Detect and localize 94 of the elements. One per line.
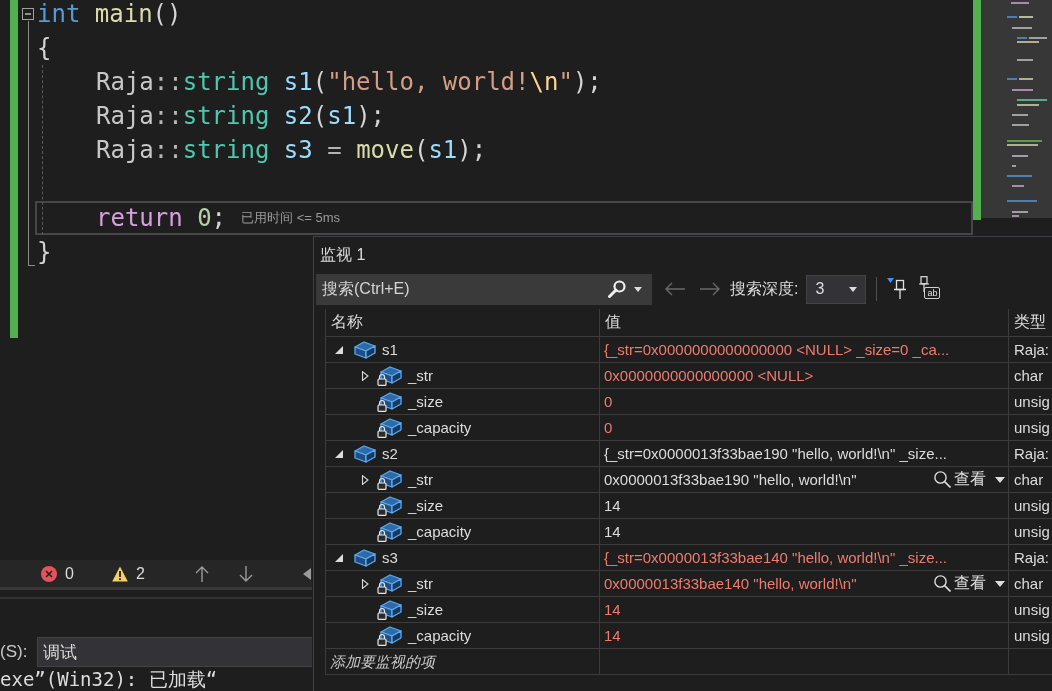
search-icon bbox=[608, 280, 626, 298]
watch-type: unsig bbox=[1014, 393, 1050, 410]
watch-type: Raja: bbox=[1014, 341, 1050, 358]
locked-cube-icon bbox=[377, 521, 402, 542]
watch-value: {_str=0x0000000000000000 <NULL> _size=0 _ca... bbox=[604, 341, 950, 358]
watch-value: {_str=0x0000013f33bae190 "hello, world!\n" _size... bbox=[604, 445, 947, 462]
add-watch-field[interactable]: 添加要监视的项 bbox=[326, 649, 599, 674]
locked-cube-icon bbox=[377, 417, 402, 438]
collapsed-triangle-icon[interactable] bbox=[360, 474, 370, 485]
code-line: int main() bbox=[37, 0, 182, 28]
locked-cube-icon bbox=[377, 495, 402, 516]
column-header[interactable]: 类型 bbox=[1014, 312, 1046, 333]
watch-value: 14 bbox=[604, 627, 621, 644]
watch-value: 0 bbox=[604, 393, 613, 410]
output-source-dropdown[interactable]: 调试 bbox=[37, 637, 312, 667]
watch-type: char bbox=[1014, 575, 1044, 592]
expanded-triangle-icon[interactable] bbox=[334, 552, 344, 563]
timing-hint: 已用时间 <= 5ms bbox=[241, 209, 341, 227]
search-options-button[interactable] bbox=[606, 273, 652, 305]
cube-icon bbox=[354, 548, 376, 567]
locked-cube-icon bbox=[377, 391, 402, 412]
watch-name: _capacity bbox=[408, 627, 472, 644]
watch-name: _size bbox=[408, 497, 444, 514]
watch-value: 0 bbox=[604, 419, 613, 436]
expanded-triangle-icon[interactable] bbox=[334, 448, 344, 459]
watch-name: s1 bbox=[382, 341, 398, 358]
left-triangle-icon[interactable] bbox=[302, 567, 311, 580]
watch-name: _size bbox=[408, 393, 444, 410]
column-header[interactable]: 名称 bbox=[331, 312, 363, 333]
watch-type: char bbox=[1014, 471, 1044, 488]
locked-cube-icon bbox=[377, 469, 402, 490]
watch-window-title: 监视 1 bbox=[320, 244, 366, 265]
caret-icon[interactable] bbox=[634, 286, 642, 292]
watch-type: char bbox=[1014, 367, 1044, 384]
pin-value-button[interactable]: ab bbox=[919, 276, 946, 302]
expanded-triangle-icon[interactable] bbox=[334, 344, 344, 355]
watch-name: _capacity bbox=[408, 419, 472, 436]
minimap-drawing[interactable] bbox=[981, 0, 1052, 218]
watch-name: s2 bbox=[382, 445, 398, 462]
watch-value: 14 bbox=[604, 523, 621, 540]
cube-icon bbox=[354, 340, 376, 359]
watch-type: unsig bbox=[1014, 601, 1050, 618]
caret-icon[interactable] bbox=[995, 476, 1005, 483]
collapsed-triangle-icon[interactable] bbox=[360, 370, 370, 381]
watch-type: Raja: bbox=[1014, 549, 1050, 566]
code-line: Raja::string s1("hello, world!\n"); bbox=[96, 68, 602, 96]
depth-label: 搜索深度: bbox=[730, 278, 799, 299]
code-line: } bbox=[37, 238, 52, 266]
code-line: Raja::string s3 = move(s1); bbox=[96, 136, 487, 164]
watch-name: _capacity bbox=[408, 523, 472, 540]
output-source-label: (S): bbox=[0, 642, 28, 662]
errors-filter-button[interactable]: 0 bbox=[41, 564, 74, 583]
depth-dropdown[interactable]: 3 bbox=[806, 274, 867, 304]
caret-icon[interactable] bbox=[995, 580, 1005, 587]
minus-box-icon[interactable] bbox=[22, 8, 34, 20]
watch-value: 0x0000013f33bae190 "hello, world!\n" bbox=[604, 471, 857, 488]
up-arrow-icon[interactable] bbox=[194, 565, 209, 582]
search-field[interactable]: 搜索(Ctrl+E) bbox=[316, 273, 606, 305]
warning-icon bbox=[111, 565, 128, 582]
watch-type: unsig bbox=[1014, 497, 1050, 514]
visualizer-button[interactable]: 查看 bbox=[934, 469, 1005, 490]
error-icon bbox=[41, 565, 57, 582]
column-header[interactable]: 值 bbox=[605, 312, 621, 333]
caret-icon[interactable] bbox=[849, 286, 858, 292]
watch-name: _str bbox=[408, 575, 433, 592]
watch-name: _str bbox=[408, 367, 433, 384]
watch-value: 0x0000000000000000 <NULL> bbox=[604, 367, 814, 384]
pin-icon bbox=[919, 276, 930, 292]
search-icon bbox=[934, 575, 951, 592]
watch-name: _str bbox=[408, 471, 433, 488]
watch-value: 14 bbox=[604, 601, 621, 618]
cube-icon bbox=[354, 444, 376, 463]
watch-type: unsig bbox=[1014, 523, 1050, 540]
watch-value: 14 bbox=[604, 497, 621, 514]
code-line: return 0; bbox=[96, 204, 227, 232]
locked-cube-icon bbox=[377, 573, 402, 594]
watch-name: _size bbox=[408, 601, 444, 618]
watch-type: unsig bbox=[1014, 419, 1050, 436]
search-icon bbox=[934, 471, 951, 488]
locked-cube-icon bbox=[377, 365, 402, 386]
code-line: { bbox=[37, 34, 52, 62]
code-line: Raja::string s2(s1); bbox=[96, 102, 386, 130]
watch-value: {_str=0x0000013f33bae140 "hello, world!\n" _size... bbox=[604, 549, 947, 566]
output-text: exe”(Win32): 已加载“ bbox=[0, 667, 218, 691]
watch-type: unsig bbox=[1014, 627, 1050, 644]
visualizer-button[interactable]: 查看 bbox=[934, 573, 1005, 594]
down-arrow-icon[interactable] bbox=[238, 565, 253, 582]
watch-value: 0x0000013f33bae140 "hello, world!\n" bbox=[604, 575, 857, 592]
warnings-filter-button[interactable]: 2 bbox=[111, 564, 145, 583]
locked-cube-icon bbox=[377, 599, 402, 620]
watch-type: Raja: bbox=[1014, 445, 1050, 462]
locked-cube-icon bbox=[377, 625, 402, 646]
collapsed-triangle-icon[interactable] bbox=[360, 578, 370, 589]
watch-name: s3 bbox=[382, 549, 398, 566]
